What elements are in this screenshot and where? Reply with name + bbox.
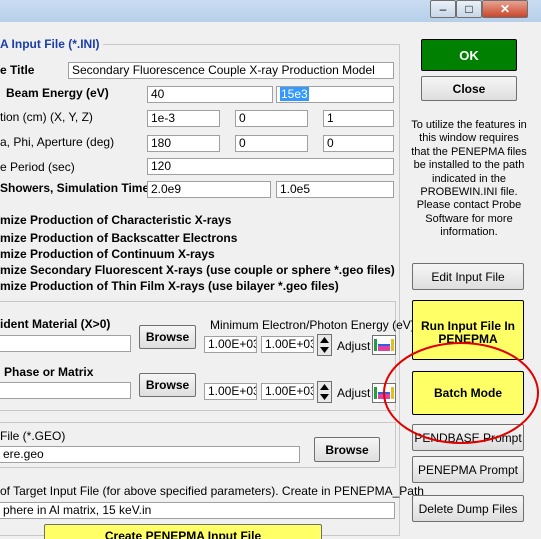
position-z-input[interactable]: 1 <box>323 110 394 127</box>
sim-time-input[interactable]: 1.0e5 <box>276 181 394 198</box>
create-input-file-button[interactable]: Create PENEPMA Input File <box>44 524 322 539</box>
angles-label: a, Phi, Aperture (deg) <box>0 135 115 149</box>
angle-aperture-input[interactable]: 0 <box>323 135 394 152</box>
phase-browse-button[interactable]: Browse <box>139 373 196 397</box>
minimize-icon: – <box>439 2 447 16</box>
target-file-input[interactable]: phere in Al matrix, 15 keV.in <box>0 502 395 519</box>
incident-browse-button[interactable]: Browse <box>139 325 196 349</box>
incident-adjust-label[interactable]: Adjust <box>337 339 370 353</box>
close-button[interactable]: Close <box>421 76 517 101</box>
phase-matrix-label: Phase or Matrix <box>4 365 94 379</box>
delete-dump-files-button[interactable]: Delete Dump Files <box>412 495 524 522</box>
maximize-icon: □ <box>465 2 473 16</box>
phase-spin-button[interactable] <box>317 381 332 403</box>
incident-energy-input-2[interactable]: 1.00E+03 <box>261 336 314 353</box>
incident-material-label: ident Material (X>0) <box>0 317 111 331</box>
position-y-input[interactable]: 0 <box>235 110 308 127</box>
incident-material-input[interactable] <box>0 335 131 352</box>
phase-adjust-label[interactable]: Adjust <box>337 386 370 400</box>
close-icon: ✕ <box>499 2 511 16</box>
showers-label: Showers, Simulation Time <box>0 181 150 195</box>
minimize-button[interactable]: – <box>430 0 456 18</box>
frame-title: A Input File (*.INI) <box>0 37 103 51</box>
option-secondary-fluorescent[interactable]: mize Secondary Fluorescent X-rays (use c… <box>0 263 395 277</box>
angle-theta-input[interactable]: 180 <box>147 135 220 152</box>
spin-up-down-icon <box>320 337 329 353</box>
min-energy-label: Minimum Electron/Photon Energy (eV) <box>210 318 415 332</box>
title-label: e Title <box>0 63 35 77</box>
penepma-prompt-button[interactable]: PENEPMA Prompt <box>412 456 524 483</box>
phase-energy-input-1[interactable]: 1.00E+03 <box>204 383 257 400</box>
geo-browse-button[interactable]: Browse <box>314 437 380 462</box>
beam-energy-input-2[interactable]: 15e3 <box>276 86 394 103</box>
showers-input[interactable]: 2.0e9 <box>147 181 271 198</box>
geo-file-label: File (*.GEO) <box>0 429 66 443</box>
geo-file-input[interactable]: ere.geo <box>0 446 300 463</box>
info-text: To utilize the features in this window r… <box>411 119 527 239</box>
option-continuum[interactable]: mize Production of Continuum X-rays <box>0 247 215 261</box>
option-backscatter[interactable]: mize Production of Backscatter Electrons <box>0 231 237 245</box>
period-input[interactable]: 120 <box>147 158 394 175</box>
phase-matrix-input[interactable] <box>0 382 131 399</box>
beam-energy-label: Beam Energy (eV) <box>6 86 109 100</box>
option-thin-film[interactable]: mize Production of Thin Film X-rays (use… <box>0 279 339 293</box>
position-label: tion (cm) (X, Y, Z) <box>0 110 93 124</box>
title-input[interactable]: Secondary Fluorescence Couple X-ray Prod… <box>68 62 394 79</box>
option-characteristic[interactable]: mize Production of Characteristic X-rays <box>0 213 231 227</box>
angle-phi-input[interactable]: 0 <box>235 135 308 152</box>
maximize-button[interactable]: □ <box>456 0 482 18</box>
incident-energy-input-1[interactable]: 1.00E+03 <box>204 336 257 353</box>
phase-energy-input-2[interactable]: 1.00E+03 <box>261 383 314 400</box>
close-window-button[interactable]: ✕ <box>482 0 528 18</box>
beam-energy-input-1[interactable]: 40 <box>147 86 273 103</box>
ok-button[interactable]: OK <box>421 39 517 71</box>
edit-input-file-button[interactable]: Edit Input File <box>412 263 524 290</box>
incident-spin-button[interactable] <box>317 334 332 356</box>
beam-energy-2-selected-text: 15e3 <box>280 87 309 101</box>
spin-up-down-icon <box>320 384 329 400</box>
position-x-input[interactable]: 1e-3 <box>147 110 220 127</box>
highlight-circle-annotation <box>383 342 539 444</box>
target-file-label: of Target Input File (for above specifie… <box>0 484 424 498</box>
period-label: e Period (sec) <box>0 160 75 174</box>
